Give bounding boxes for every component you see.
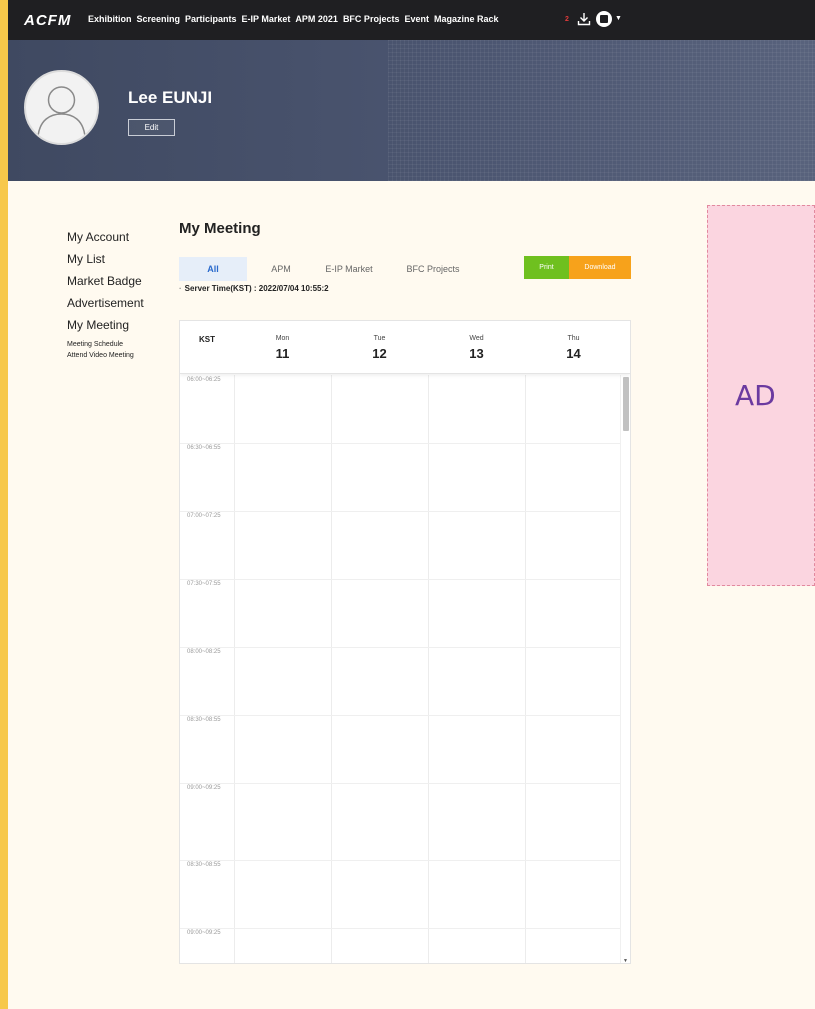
user-icon[interactable] [596, 11, 612, 27]
sidebar-item-my-account[interactable]: My Account [67, 230, 144, 252]
tab-bfc-projects[interactable]: BFC Projects [383, 257, 483, 281]
server-time: · Server Time(KST) : 2022/07/04 10:55:2 [179, 284, 329, 293]
slot-divider [180, 860, 620, 861]
slot-divider [180, 647, 620, 648]
download-icon[interactable] [576, 11, 592, 27]
time-slot-label: 06:00~06:25 [187, 377, 221, 383]
day-header-tue: Tue 12 [331, 335, 428, 361]
day-name: Tue [373, 335, 386, 342]
calendar-body[interactable]: 06:00~06:25 06:30~06:55 07:00~07:25 07:3… [180, 375, 630, 963]
sidebar-item-my-list[interactable]: My List [67, 252, 144, 274]
scrollbar-thumb[interactable] [623, 377, 629, 431]
profile-banner: Lee EUNJI Edit [8, 40, 815, 181]
ad-label: AD [735, 379, 776, 412]
nav-item-exhibition[interactable]: Exhibition [88, 14, 132, 24]
day-name: Thu [567, 335, 580, 342]
time-slot-label: 08:00~08:25 [187, 649, 221, 655]
time-slot-label: 07:30~07:55 [187, 581, 221, 587]
calendar-scrollbar[interactable]: ▼ [620, 375, 630, 963]
column-divider [331, 375, 332, 963]
column-divider [234, 375, 235, 963]
nav-item-magazine-rack[interactable]: Magazine Rack [434, 14, 499, 24]
page-title: My Meeting [179, 220, 261, 237]
main-menu: Exhibition Screening Participants E-IP M… [88, 14, 499, 24]
tab-apm[interactable]: APM [247, 257, 315, 281]
meeting-filter-tabs: All APM E-IP Market BFC Projects [179, 257, 483, 281]
meeting-calendar: KST Mon 11 Tue 12 Wed 13 Thu 14 06:00~06… [179, 320, 631, 964]
sidebar-item-my-meeting[interactable]: My Meeting [67, 318, 144, 340]
server-time-text: Server Time(KST) : 2022/07/04 10:55:2 [184, 284, 329, 293]
caret-down-icon[interactable]: ▼ [615, 15, 622, 22]
tab-all[interactable]: All [179, 257, 247, 281]
day-header-thu: Thu 14 [525, 335, 622, 361]
edit-profile-button[interactable]: Edit [128, 119, 175, 136]
day-name: Wed [469, 335, 484, 342]
time-slot-label: 09:00~09:25 [187, 930, 221, 936]
left-edge-strip [0, 0, 8, 1009]
slot-divider [180, 511, 620, 512]
slot-divider [180, 443, 620, 444]
slot-divider [180, 715, 620, 716]
print-button[interactable]: Print [524, 256, 569, 279]
ad-banner[interactable]: AD [707, 205, 815, 586]
day-header-mon: Mon 11 [234, 335, 331, 361]
time-slot-label: 07:00~07:25 [187, 513, 221, 519]
account-sidebar: My Account My List Market Badge Advertis… [67, 230, 144, 362]
download-button[interactable]: Download [569, 256, 631, 279]
bullet-icon: · [179, 284, 182, 293]
calendar-header: KST Mon 11 Tue 12 Wed 13 Thu 14 [180, 321, 630, 374]
slot-divider [180, 928, 620, 929]
column-divider [525, 375, 526, 963]
nav-item-bfc-projects[interactable]: BFC Projects [343, 14, 400, 24]
avatar [24, 70, 99, 145]
nav-item-screening[interactable]: Screening [137, 14, 181, 24]
nav-item-apm-2021[interactable]: APM 2021 [295, 14, 338, 24]
day-number: 12 [372, 346, 387, 361]
day-number: 14 [566, 346, 581, 361]
download-count-badge: 2 [565, 16, 569, 23]
sidebar-subitem-attend-video-meeting[interactable]: Attend Video Meeting [67, 351, 144, 362]
time-slot-label: 06:30~06:55 [187, 445, 221, 451]
day-name: Mon [275, 335, 290, 342]
time-slot-label: 08:30~08:55 [187, 717, 221, 723]
scroll-down-icon[interactable]: ▼ [623, 958, 628, 963]
day-number: 13 [469, 346, 484, 361]
profile-name: Lee EUNJI [128, 88, 213, 107]
nav-item-eip-market[interactable]: E-IP Market [242, 14, 291, 24]
day-header-wed: Wed 13 [428, 335, 525, 361]
sidebar-item-market-badge[interactable]: Market Badge [67, 274, 144, 296]
slot-divider [180, 579, 620, 580]
timezone-label: KST [199, 335, 215, 344]
sidebar-subitem-meeting-schedule[interactable]: Meeting Schedule [67, 340, 144, 351]
page: ACFM Exhibition Screening Participants E… [8, 0, 815, 1009]
nav-item-event[interactable]: Event [404, 14, 429, 24]
slot-divider [180, 783, 620, 784]
nav-item-participants[interactable]: Participants [185, 14, 237, 24]
site-logo[interactable]: ACFM [24, 12, 71, 29]
tab-eip-market[interactable]: E-IP Market [315, 257, 383, 281]
day-number: 11 [275, 346, 290, 361]
column-divider [428, 375, 429, 963]
banner-pattern [388, 40, 815, 181]
top-navigation-bar: ACFM Exhibition Screening Participants E… [8, 0, 815, 40]
sidebar-item-advertisement[interactable]: Advertisement [67, 296, 144, 318]
time-slot-label: 09:00~09:25 [187, 785, 221, 791]
time-slot-label: 08:30~08:55 [187, 862, 221, 868]
